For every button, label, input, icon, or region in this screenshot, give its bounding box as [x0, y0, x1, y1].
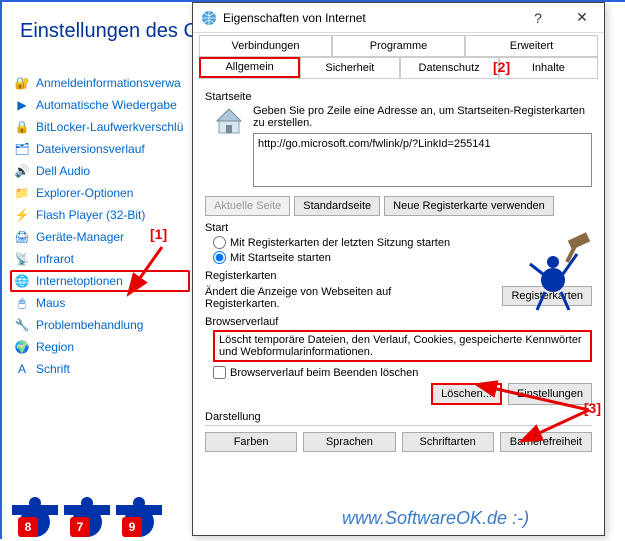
sidebar-label: BitLocker-Laufwerkverschlü [36, 120, 183, 134]
tabs-desc: Ändert die Anzeige von Webseiten auf Reg… [205, 286, 435, 310]
sidebar-label: Anmeldeinformationsverwa [36, 76, 181, 90]
sidebar-label: Geräte-Manager [36, 230, 124, 244]
annotation-1: [1] [150, 226, 167, 242]
internet-icon [201, 10, 217, 26]
tab-content[interactable]: Inhalte [499, 57, 598, 78]
mascot-7: 7 [72, 507, 102, 537]
sidebar-label: Internetoptionen [36, 274, 123, 288]
annotation-2: [2] [493, 59, 510, 75]
autoplay-icon: ▶ [14, 97, 30, 113]
colors-button[interactable]: Farben [205, 432, 297, 452]
radio-label: Mit Startseite starten [230, 252, 331, 264]
sidebar-label: Explorer-Optionen [36, 186, 133, 200]
tab-advanced[interactable]: Erweitert [465, 35, 598, 56]
delete-on-exit-checkbox[interactable]: Browserverlauf beim Beenden löschen [213, 366, 592, 379]
tab-general[interactable]: Allgemein [199, 57, 300, 78]
titlebar[interactable]: Eigenschaften von Internet ? ✕ [193, 3, 604, 33]
region-icon: 🌍 [14, 339, 30, 355]
sidebar-item-autoplay[interactable]: ▶ Automatische Wiedergabe [10, 94, 190, 116]
sidebar-item-bitlocker[interactable]: 🔒 BitLocker-Laufwerkverschlü [10, 116, 190, 138]
sidebar-label: Maus [36, 296, 65, 310]
folder-icon: 📁 [14, 185, 30, 201]
mascot-8: 8 [20, 507, 50, 537]
tabs-row-bottom: Allgemein Sicherheit Datenschutz Inhalte [199, 57, 598, 79]
sidebar-label: Flash Player (32-Bit) [36, 208, 145, 222]
mascot-9: 9 [124, 507, 154, 537]
arrow-1-icon [122, 242, 182, 302]
arrow-3-icon [469, 380, 599, 450]
default-page-button[interactable]: Standardseite [294, 196, 380, 216]
homepage-url-input[interactable] [253, 133, 592, 187]
sidebar-label: Dateiversionsverlauf [36, 142, 145, 156]
sidebar-label: Infrarot [36, 252, 74, 266]
sidebar-item-dellaudio[interactable]: 🔊 Dell Audio [10, 160, 190, 182]
checkbox-label: Browserverlauf beim Beenden löschen [230, 367, 418, 379]
sidebar-item-region[interactable]: 🌍 Region [10, 336, 190, 358]
sidebar-label: Problembehandlung [36, 318, 143, 332]
sidebar-item-filehistory[interactable]: 🗂 Dateiversionsverlauf [10, 138, 190, 160]
globe-icon: 🌐 [14, 273, 30, 289]
sidebar-label: Region [36, 340, 74, 354]
font-icon: A [14, 361, 30, 377]
sidebar-item-explorer[interactable]: 📁 Explorer-Optionen [10, 182, 190, 204]
home-icon [213, 105, 245, 137]
sidebar-label: Dell Audio [36, 164, 90, 178]
history-desc: Löscht temporäre Dateien, den Verlauf, C… [213, 330, 592, 362]
flash-icon: ⚡ [14, 207, 30, 223]
tabs-row-top: Verbindungen Programme Erweitert [199, 35, 598, 57]
radio-label: Mit Registerkarten der letzten Sitzung s… [230, 237, 450, 249]
bitlocker-icon: 🔒 [14, 119, 30, 135]
current-page-button[interactable]: Aktuelle Seite [205, 196, 290, 216]
credential-icon: 🔐 [14, 75, 30, 91]
infrared-icon: 📡 [14, 251, 30, 267]
startpage-desc: Geben Sie pro Zeile eine Adresse an, um … [253, 105, 592, 129]
history-label: Browserverlauf [205, 316, 592, 328]
startpage-label: Startseite [205, 91, 592, 103]
sidebar-label: Schrift [36, 362, 70, 376]
sidebar-label: Automatische Wiedergabe [36, 98, 177, 112]
device-icon: 🖨 [14, 229, 30, 245]
help-button[interactable]: ? [516, 3, 560, 33]
tab-privacy[interactable]: Datenschutz [400, 57, 499, 78]
tab-connections[interactable]: Verbindungen [199, 35, 332, 56]
sidebar-item-fonts[interactable]: A Schrift [10, 358, 190, 380]
mascot-hammer [525, 232, 595, 315]
languages-button[interactable]: Sprachen [303, 432, 395, 452]
sidebar-item-credentials[interactable]: 🔐 Anmeldeinformationsverwa [10, 72, 190, 94]
tab-security[interactable]: Sicherheit [300, 57, 399, 78]
new-tab-button[interactable]: Neue Registerkarte verwenden [384, 196, 554, 216]
sidebar-item-flash[interactable]: ⚡ Flash Player (32-Bit) [10, 204, 190, 226]
close-button[interactable]: ✕ [560, 3, 604, 33]
audio-icon: 🔊 [14, 163, 30, 179]
sidebar-item-troubleshoot[interactable]: 🔧 Problembehandlung [10, 314, 190, 336]
tab-programs[interactable]: Programme [332, 35, 465, 56]
mouse-icon: 🖱 [14, 295, 30, 311]
watermark-bottom: www.SoftwareOK.de :-) [342, 508, 529, 529]
wrench-icon: 🔧 [14, 317, 30, 333]
dialog-title: Eigenschaften von Internet [223, 11, 516, 25]
filehistory-icon: 🗂 [14, 141, 30, 157]
